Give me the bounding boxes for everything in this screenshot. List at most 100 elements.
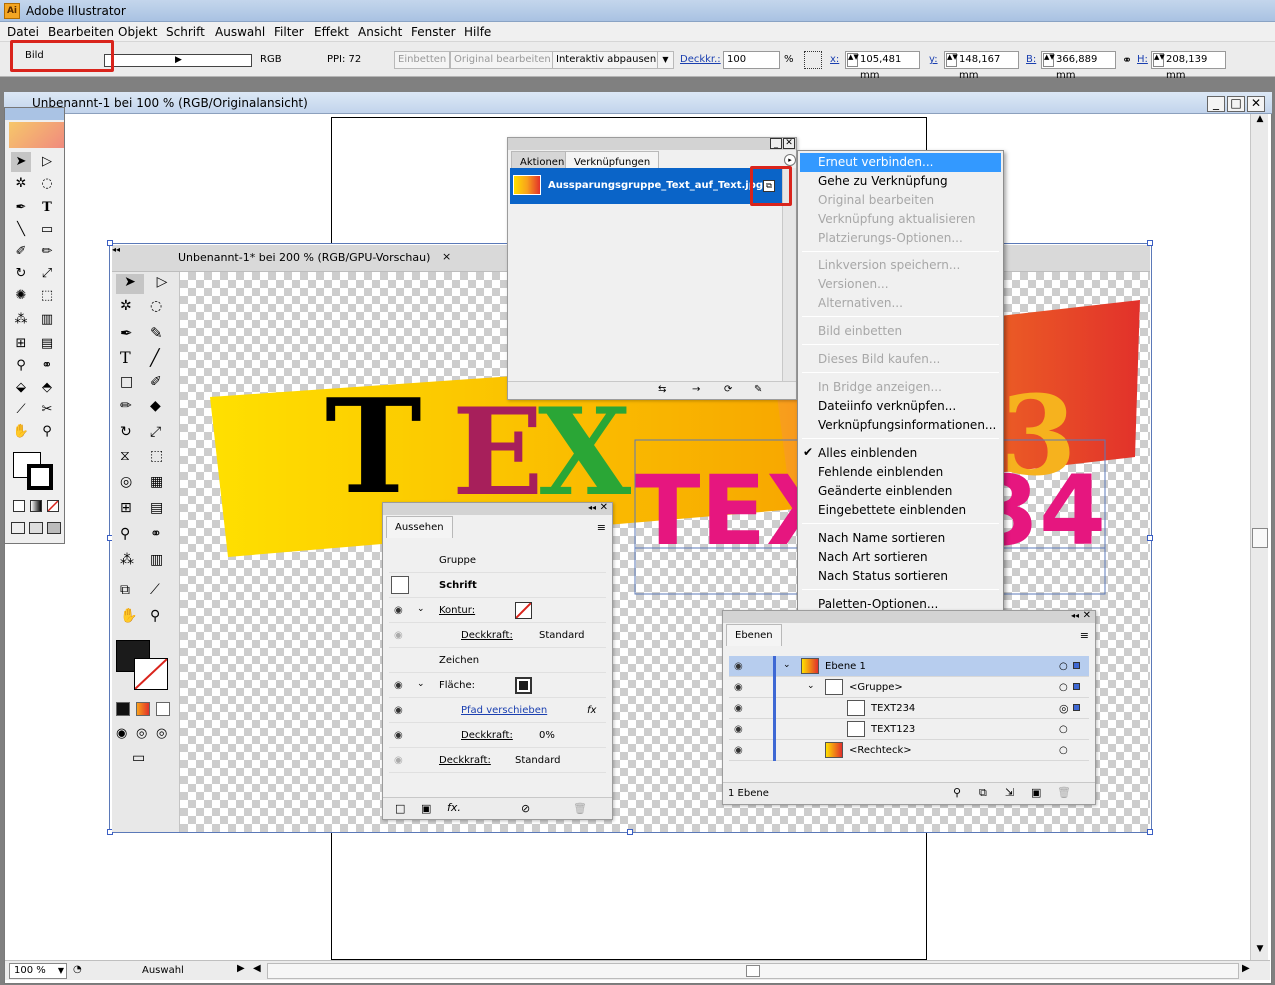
selection-indicator[interactable]	[1073, 704, 1080, 711]
draw-normal-icon[interactable]: ◉	[116, 726, 127, 741]
none-mode-icon[interactable]	[156, 702, 170, 716]
eyedropper-icon[interactable]: ⚲	[120, 526, 130, 542]
stroke-swatch[interactable]	[515, 602, 532, 619]
magic-wand-icon[interactable]: ✲	[120, 298, 132, 314]
line-tool-icon[interactable]: ╱	[150, 348, 160, 367]
spinner-icon[interactable]: ▲▼	[847, 53, 859, 67]
panel-menu-icon[interactable]: ▸	[784, 154, 796, 166]
zoom-tool-icon[interactable]: ⚲	[37, 422, 57, 442]
gradient-mode-icon[interactable]	[136, 702, 150, 716]
menu-item-show-all[interactable]: Alles einblenden	[818, 444, 917, 463]
menu-item-show-missing[interactable]: Fehlende einblenden	[818, 463, 943, 482]
eye-icon[interactable]: ◉	[394, 756, 408, 766]
menu-hilfe[interactable]: Hilfe	[464, 25, 491, 39]
color-mode-icon[interactable]	[116, 702, 130, 716]
scroll-left-icon[interactable]: ◀	[253, 963, 261, 974]
layer-row[interactable]: ◉ TEXT123 ○	[729, 719, 1089, 740]
zoom-select[interactable]: 100 % ▼	[9, 963, 67, 979]
free-transform-icon[interactable]: ⬚	[150, 448, 163, 464]
new-layer-icon[interactable]: ▣	[1031, 786, 1041, 799]
handle[interactable]	[1147, 535, 1153, 541]
lasso-icon[interactable]: ◌	[150, 298, 162, 314]
layer-row[interactable]: ◉ ⌄ <Gruppe> ○	[729, 677, 1089, 698]
target-icon[interactable]: ○	[1059, 661, 1068, 672]
layer-row[interactable]: ◉ ⌄ Ebene 1 ○	[729, 656, 1089, 677]
appearance-row-opacity[interactable]: ◉ Deckkraft: Standard	[389, 748, 606, 773]
link-proportions-icon[interactable]: ⚭	[1122, 53, 1132, 67]
edit-original-icon[interactable]: ✎	[754, 384, 762, 395]
width-tool-icon[interactable]: ⧖	[120, 448, 130, 464]
tab-appearance[interactable]: Aussehen	[386, 516, 453, 538]
selection-tool-icon[interactable]: ➤	[11, 152, 31, 172]
scale-tool-icon[interactable]: ⤢	[37, 264, 57, 284]
selection-indicator[interactable]	[1073, 683, 1080, 690]
blend-tool-icon[interactable]: ⚭	[150, 526, 162, 542]
vertical-scrollbar[interactable]: ▲ ▼	[1250, 114, 1268, 960]
menu-ansicht[interactable]: Ansicht	[358, 25, 402, 39]
menu-item-sort-kind[interactable]: Nach Art sortieren	[818, 548, 928, 567]
collapse-icon[interactable]: ◂◂	[112, 245, 128, 261]
gradient-tool-icon[interactable]: ▤	[37, 334, 57, 354]
rotate-tool-icon[interactable]: ↻	[11, 264, 31, 284]
add-effect-icon[interactable]: fx.	[447, 801, 461, 814]
tab-close-icon[interactable]: ×	[442, 250, 451, 263]
eye-icon[interactable]: ◉	[734, 725, 748, 735]
gradient-mode-icon[interactable]	[30, 500, 42, 512]
menu-schrift[interactable]: Schrift	[166, 25, 205, 39]
tab-layers[interactable]: Ebenen	[726, 624, 782, 646]
update-link-icon[interactable]: ⟳	[724, 384, 732, 395]
trash-icon[interactable]: 🗑	[573, 802, 587, 815]
handle[interactable]	[1147, 829, 1153, 835]
eraser-tool-icon[interactable]: ◆	[150, 398, 161, 414]
gradient-tool-icon[interactable]: ▤	[150, 500, 163, 516]
spinner-icon[interactable]: ▲▼	[946, 53, 958, 67]
panel-menu-icon[interactable]: ≡	[597, 521, 606, 534]
hand-tool-icon[interactable]: ✋	[11, 422, 31, 442]
artboard-tool-icon[interactable]: ⧉	[120, 582, 130, 598]
menu-item-relink[interactable]: Erneut verbinden...	[818, 153, 933, 172]
locate-object-icon[interactable]: ⚲	[953, 786, 961, 799]
floating-doc-tab[interactable]: Unbenannt-1* bei 200 % (RGB/GPU-Vorschau…	[178, 251, 430, 264]
eye-icon[interactable]: ◉	[394, 706, 408, 716]
zoom-tool-icon[interactable]: ⚲	[150, 608, 160, 624]
menu-item-goto-link[interactable]: Gehe zu Verknüpfung	[818, 172, 948, 191]
scissors-icon[interactable]: ✂	[37, 400, 57, 420]
menu-item-edit-original[interactable]: Original bearbeiten	[818, 191, 934, 210]
status-globe-icon[interactable]: ◔	[73, 964, 82, 975]
link-path-field[interactable]: ▶	[104, 54, 252, 67]
new-fill-icon[interactable]: ▣	[421, 802, 431, 815]
shaper-tool-icon[interactable]: ✏	[120, 398, 132, 414]
symbol-sprayer-icon[interactable]: ⁂	[120, 552, 134, 568]
menu-objekt[interactable]: Objekt	[118, 25, 157, 39]
clipping-mask-icon[interactable]: ⧉	[979, 786, 987, 800]
appearance-row-stroke[interactable]: ◉ ⌄ Kontur:	[389, 598, 606, 623]
x-input[interactable]: ▲▼ 105,481 mm	[845, 51, 920, 81]
new-sublayer-icon[interactable]: ⇲	[1005, 786, 1014, 799]
column-graph-icon[interactable]: ▥	[150, 552, 163, 568]
eye-icon[interactable]: ◉	[734, 746, 748, 756]
type-tool-icon[interactable]: T	[37, 198, 57, 218]
blend-tool-icon[interactable]: ⚭	[37, 356, 57, 376]
target-icon[interactable]: ◎	[1059, 702, 1069, 715]
chevron-down-icon[interactable]: ⌄	[783, 660, 791, 670]
mesh-tool-icon[interactable]: ⊞	[11, 334, 31, 354]
direct-selection-tool-icon[interactable]: ▷	[37, 152, 57, 172]
y-input[interactable]: ▲▼ 148,167 mm	[944, 51, 1019, 81]
close-icon[interactable]: ✕	[600, 502, 608, 513]
screen-mode-2-icon[interactable]	[29, 522, 43, 534]
relink-icon[interactable]: ⇆	[658, 384, 666, 395]
minimize-button[interactable]: _	[1207, 96, 1225, 112]
color-mode-icon[interactable]	[13, 500, 25, 512]
free-transform-icon[interactable]: ⬚	[37, 286, 57, 306]
column-graph-icon[interactable]: ▥	[37, 310, 57, 330]
brush-tool-icon[interactable]: ✐	[11, 242, 31, 262]
shape-builder-icon[interactable]: ◎	[120, 474, 132, 490]
appearance-row-group[interactable]: Gruppe	[389, 548, 606, 573]
menu-item-versions[interactable]: Versionen...	[818, 275, 889, 294]
menu-item-buy-image[interactable]: Dieses Bild kaufen...	[818, 350, 940, 369]
menu-datei[interactable]: Datei	[7, 25, 39, 39]
spinner-icon[interactable]: ▲▼	[1153, 53, 1165, 67]
screen-mode-icon[interactable]: ▭	[132, 750, 145, 766]
live-trace-dropdown[interactable]: ▼	[657, 51, 674, 69]
menu-item-link-information[interactable]: Verknüpfungsinformationen...	[818, 416, 996, 435]
